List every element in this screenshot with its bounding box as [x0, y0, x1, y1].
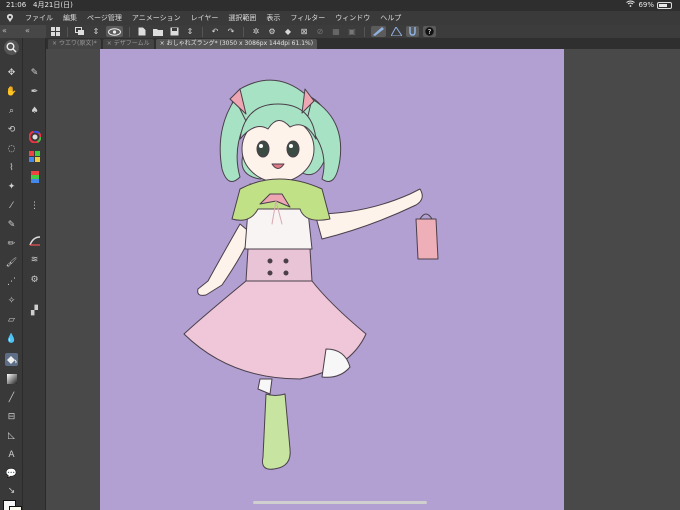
divider [243, 26, 244, 37]
menu-layer[interactable]: レイヤー [186, 11, 224, 25]
divider [202, 26, 203, 37]
fill-icon[interactable]: ◆ [282, 26, 294, 37]
tab-document-2[interactable]: × デザフームル [102, 39, 154, 49]
eraser-icon[interactable]: ▱ [5, 313, 18, 326]
menu-animation[interactable]: アニメーション [127, 11, 186, 25]
wand-icon[interactable]: ✦ [5, 180, 18, 193]
menu-page[interactable]: ページ管理 [82, 11, 127, 25]
undo-icon[interactable]: ↶ [209, 26, 221, 37]
layer-stack-icon[interactable]: ≋ [28, 253, 41, 266]
blend-icon[interactable]: 💧 [5, 332, 18, 345]
menu-window[interactable]: ウィンドウ [330, 11, 375, 25]
color-slider-icon[interactable] [28, 170, 41, 183]
dropper-icon[interactable]: ✒ [28, 85, 41, 98]
document-tabs: × ウエワ(原文)* × デザフームル × おしゃれズラング* (3050 x 308… [46, 38, 680, 49]
zoom-icon[interactable] [4, 40, 19, 55]
ruler-tool-icon[interactable]: ◺ [5, 429, 18, 442]
wifi-icon [626, 0, 636, 11]
airbrush-icon[interactable]: ⋰ [5, 275, 18, 288]
stepper-icon[interactable]: ⇕ [184, 26, 196, 37]
home-indicator[interactable] [253, 501, 427, 504]
menu-filter[interactable]: フィルター [285, 11, 330, 25]
folder-icon[interactable] [152, 26, 164, 37]
tab-document-1[interactable]: × ウエワ(原文)* [48, 39, 101, 49]
save-icon[interactable] [168, 26, 180, 37]
battery-percent: 69% [638, 1, 654, 9]
gradient-icon[interactable] [5, 372, 18, 385]
balloon-icon[interactable]: 💬 [5, 467, 18, 480]
command-bar: ⇕ ⇕ ↶ ↷ ✲ ⚙ ◆ ⊠ ⊘ ▦ ▣ ? [46, 25, 680, 38]
select-icon[interactable]: ◌ [5, 142, 18, 155]
menu-bar: ファイル 編集 ページ管理 アニメーション レイヤー 選択範囲 表示 フィルター… [0, 11, 680, 25]
divider [129, 26, 130, 37]
navigator-icon[interactable]: ⚙ [28, 273, 41, 286]
ink-icon[interactable]: ♠ [28, 104, 41, 117]
snap-icon[interactable] [406, 26, 419, 37]
brush-icon[interactable]: 🖌 [5, 256, 18, 269]
redo-icon[interactable]: ↷ [225, 26, 237, 37]
move-icon[interactable]: ✥ [5, 66, 18, 79]
correct-line-icon[interactable]: ↘ [5, 484, 18, 497]
status-date: 4月21日(日) [33, 1, 73, 9]
close-icon[interactable]: × [52, 40, 57, 47]
selection-spinner-icon[interactable]: ✲ [250, 26, 262, 37]
pen-icon[interactable]: ✎ [5, 218, 18, 231]
layer-icon[interactable]: ▦ [330, 26, 342, 37]
drawing-canvas[interactable] [100, 49, 564, 510]
eyedropper-icon[interactable]: ⁄ [5, 199, 18, 212]
collapse-left-icon[interactable]: « [2, 25, 7, 37]
ruler-icon[interactable] [371, 26, 386, 37]
status-bar: 21:06 4月21日(日) 69% [0, 0, 680, 11]
lasso-icon[interactable]: ⌇ [5, 161, 18, 174]
app-logo-icon[interactable] [0, 11, 20, 25]
status-time: 21:06 [6, 1, 27, 9]
divider [67, 26, 68, 37]
perspective-icon[interactable] [390, 26, 402, 37]
tool-palette: ✥ ✋ ⌕ ⟲ ◌ ⌇ ✦ ⁄ ✎ ✏ 🖌 ⋰ ✧ ▱ 💧 ╱ ⊟ ◺ A 💬 … [0, 38, 23, 510]
pencil-icon[interactable]: ✏ [5, 237, 18, 250]
brush-stroke-icon[interactable] [28, 234, 41, 247]
grid-icon[interactable] [49, 26, 61, 37]
new-file-icon[interactable] [136, 26, 148, 37]
stepper-icon[interactable]: ⇕ [90, 26, 102, 37]
spray-icon[interactable]: ✎ [28, 66, 41, 79]
frame-icon[interactable]: ⊟ [5, 410, 18, 423]
menu-file[interactable]: ファイル [20, 11, 58, 25]
app-window: { "status": { "time": "21:06", "date": "… [0, 0, 680, 510]
close-icon[interactable]: × [160, 40, 165, 47]
eye-icon[interactable] [106, 26, 123, 37]
text-icon[interactable]: A [5, 448, 18, 461]
status-right: 69% [626, 0, 672, 11]
sub-tool-palette: ✎ ✒ ♠ ⋮ ≋ ⚙ ▞ [23, 38, 46, 510]
rotate-icon[interactable]: ⟲ [5, 123, 18, 136]
menu-help[interactable]: ヘルプ [375, 11, 406, 25]
line-icon[interactable]: ╱ [5, 391, 18, 404]
tab-document-active[interactable]: × おしゃれズラング* (3050 x 3086px 144dpi 61.1%) [155, 39, 318, 49]
collapse-tools-icon[interactable]: « [25, 25, 30, 37]
zoom-tool-icon[interactable]: ⌕ [5, 104, 18, 117]
brush-size-icon[interactable]: ⋮ [28, 199, 41, 212]
decoration-icon[interactable]: ✧ [5, 294, 18, 307]
hand-icon[interactable]: ✋ [5, 85, 18, 98]
color-wheel-icon[interactable] [28, 130, 41, 143]
layer-fill-icon[interactable]: ▣ [346, 26, 358, 37]
clear-icon[interactable]: ⊘ [314, 26, 326, 37]
settings-icon[interactable]: ⚙ [266, 26, 278, 37]
divider [364, 26, 365, 37]
close-icon[interactable]: × [107, 40, 112, 47]
help-icon[interactable]: ? [423, 26, 436, 37]
transform-icon[interactable]: ⊠ [298, 26, 310, 37]
svg-text:?: ? [428, 28, 432, 36]
menu-selection[interactable]: 選択範囲 [223, 11, 261, 25]
battery-icon [657, 2, 672, 9]
color-set-icon[interactable] [28, 150, 41, 163]
character-illustration [183, 79, 439, 470]
menu-view[interactable]: 表示 [261, 11, 285, 25]
fill-tool-icon[interactable] [5, 353, 18, 366]
material-icon[interactable]: ▞ [28, 304, 41, 317]
copy-icon[interactable] [74, 26, 86, 37]
menu-edit[interactable]: 編集 [58, 11, 82, 25]
sub-color-swatch[interactable] [9, 506, 22, 510]
